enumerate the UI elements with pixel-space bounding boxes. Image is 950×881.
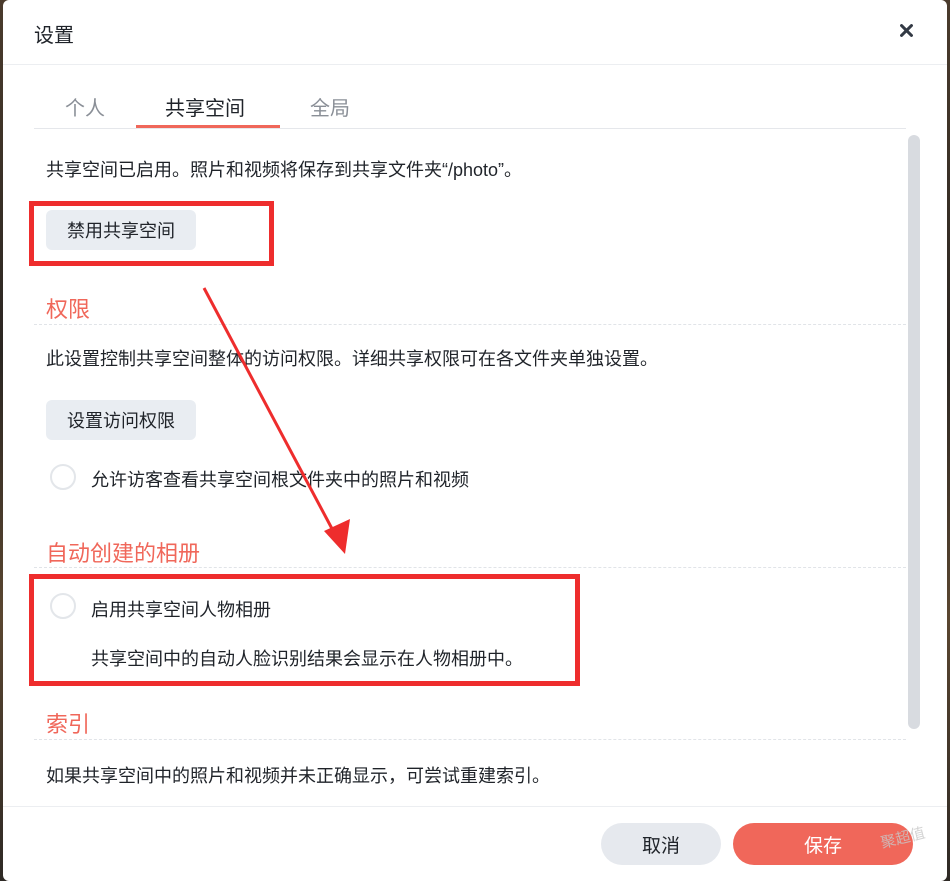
auto-albums-section-title: 自动创建的相册 (46, 541, 201, 566)
people-album-label: 启用共享空间人物相册 (91, 600, 271, 620)
content-scrollbar[interactable] (908, 135, 920, 729)
active-tab-indicator (136, 125, 280, 128)
section-divider (34, 739, 906, 740)
tab-global[interactable]: 全局 (310, 92, 350, 121)
cancel-button[interactable]: 取消 (601, 823, 721, 865)
people-album-radio[interactable] (50, 593, 76, 619)
tab-personal[interactable]: 个人 (65, 92, 105, 121)
close-icon[interactable] (891, 14, 923, 46)
shared-status-text: 共享空间已启用。照片和视频将保存到共享文件夹“/photo”。 (46, 160, 523, 180)
dialog-title: 设置 (34, 25, 74, 47)
index-section-title: 索引 (46, 712, 91, 737)
tab-shared-space[interactable]: 共享空间 (165, 92, 245, 121)
dialog-footer: 取消 保存 (3, 806, 947, 881)
permissions-description: 此设置控制共享空间整体的访问权限。详细共享权限可在各文件夹单独设置。 (46, 349, 658, 369)
guest-access-label: 允许访客查看共享空间根文件夹中的照片和视频 (91, 470, 469, 490)
dialog-header: 设置 (3, 0, 947, 65)
tab-bar: 个人 共享空间 全局 (34, 64, 906, 129)
people-album-hint: 共享空间中的自动人脸识别结果会显示在人物相册中。 (91, 649, 523, 669)
settings-content: 共享空间已启用。照片和视频将保存到共享文件夹“/photo”。 禁用共享空间 权… (3, 129, 947, 806)
section-divider (34, 567, 906, 568)
guest-access-radio[interactable] (50, 464, 76, 490)
permissions-section-title: 权限 (46, 297, 91, 322)
disable-shared-space-button[interactable]: 禁用共享空间 (46, 210, 196, 250)
set-access-permissions-button[interactable]: 设置访问权限 (46, 400, 196, 440)
section-divider (34, 324, 906, 325)
index-description: 如果共享空间中的照片和视频并未正确显示，可尝试重建索引。 (46, 766, 550, 786)
settings-dialog: 设置 个人 共享空间 全局 共享空间已启用。照片和视频将保存到共享文件夹“/ph… (3, 0, 947, 881)
